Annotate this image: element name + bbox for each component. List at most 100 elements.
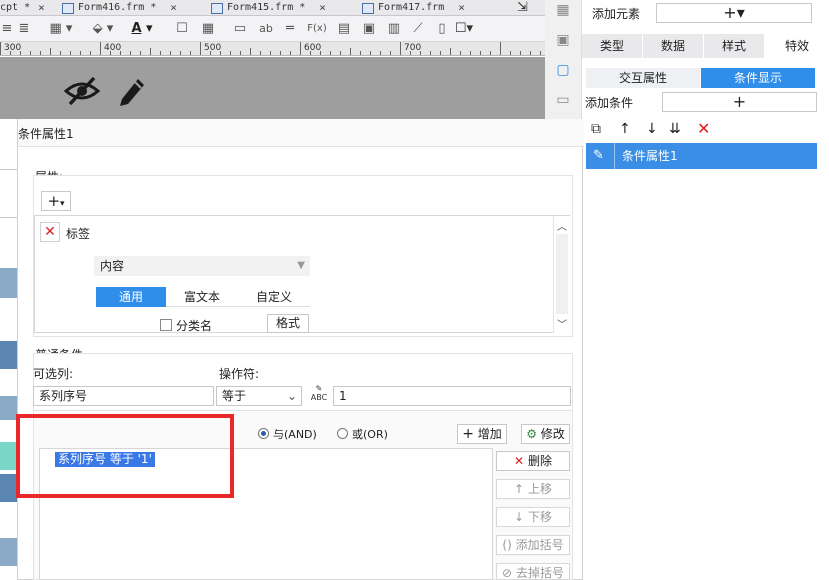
add-button-label: 增加 [477,427,502,441]
classify-checkbox[interactable] [160,319,172,331]
list-widget-icon[interactable]: ▥ [386,20,402,38]
close-icon[interactable]: × [319,2,326,14]
or-radio-label: 或(OR) [352,428,388,441]
divider-widget-icon[interactable]: ═ [282,20,298,38]
move-bottom-icon[interactable]: ⇊ [669,121,681,137]
subtab-condition-display[interactable]: 条件显示 [701,68,815,88]
ruler-tick [130,51,131,55]
side-icon-bar: ▦ ▣ ▢ ▭ [545,0,582,120]
formula-icon[interactable]: F(x) [306,20,328,38]
close-icon[interactable]: × [38,2,45,14]
attribute-scrollbar[interactable]: ︿ ﹀ [553,216,570,333]
line-widget-icon[interactable]: ⟋ [410,20,426,38]
ruler-label: 400 [104,43,122,53]
tab-overflow-icon[interactable]: ⇲ [517,0,528,16]
copy-icon[interactable]: ⧉ [591,121,601,137]
arrow-up-icon: ↑ [514,482,525,496]
chart-widget-icon[interactable]: ▤ [336,20,352,38]
move-down-icon[interactable]: ↓ [646,121,658,137]
fill-color-icon[interactable]: ⬙ ▾ [88,20,118,38]
widget-icon[interactable]: ▣ [554,32,572,48]
and-radio[interactable]: 与(AND) [258,426,317,442]
ruler-tick [360,51,361,55]
ruler-tick [490,51,491,55]
and-radio-dot [258,428,269,439]
delete-condition-button[interactable]: ✕ 删除 [496,451,570,471]
font-color-button[interactable]: A ▾ [126,20,158,38]
content-select[interactable]: 内容 ▼ [94,256,310,276]
add-bracket-button[interactable]: () 添加括号 [496,535,570,555]
hidden-eye-icon[interactable] [64,75,100,107]
ruler-tick [310,51,311,55]
grid-icon[interactable]: ▦ [554,2,572,18]
move-down-condition-button[interactable]: ↓ 下移 [496,507,570,527]
ruler-tick [340,51,341,55]
add-condition-button[interactable]: + [662,92,817,112]
editor-tab[interactable]: cpt * × [0,0,45,16]
remove-bracket-icon: ⊘ [502,566,513,580]
button-widget-icon[interactable]: ▭ [232,20,248,38]
ruler-tick [260,51,261,55]
ruler-tick [70,51,71,55]
subtab-interaction[interactable]: 交互属性 [586,68,700,88]
tab-custom[interactable]: 自定义 [238,287,310,307]
align-center-icon[interactable]: ≡ [0,20,14,38]
image-widget-icon[interactable]: ▣ [360,20,378,38]
form-file-icon [62,2,74,14]
add-bracket-label: 添加括号 [515,538,564,552]
ruler-tick [380,51,381,55]
close-icon[interactable]: × [458,2,465,14]
tab-type[interactable]: 类型 [582,34,642,58]
align-right-icon[interactable]: ≣ [16,20,32,38]
design-canvas[interactable] [0,57,545,119]
scroll-up-icon[interactable]: ︿ [557,218,567,233]
add-attribute-button[interactable]: +▾ [41,191,71,211]
border-icon[interactable]: ▦ ▾ [46,20,76,38]
scroll-down-icon[interactable]: ﹀ [557,316,567,331]
textarea-widget-icon[interactable]: ▯ [434,20,450,38]
remove-bracket-button[interactable]: ⊘ 去掉括号 [496,563,570,580]
value-input[interactable]: 1 [333,386,571,406]
pencil-icon[interactable] [116,73,148,107]
ruler-tick [520,51,521,55]
table-widget-icon[interactable]: ▦ [200,20,216,38]
move-up-condition-button[interactable]: ↑ 上移 [496,479,570,499]
form-icon[interactable]: ▭ [554,92,572,108]
ruler-tick [280,51,281,55]
remove-attribute-icon[interactable]: ✕ [40,222,60,242]
value-type-icon[interactable]: ✎ ABC [308,384,330,406]
editor-tab[interactable]: Form417.frm × [362,0,465,16]
column-select[interactable]: 系列序号 [33,386,214,406]
ruler-tick [270,51,271,55]
tab-style[interactable]: 样式 [704,34,764,58]
ruler-tick [90,51,91,55]
ruler-tick [480,51,481,55]
format-button[interactable]: 格式 [267,314,309,333]
condition-list-item[interactable]: ✎ 条件属性1 [586,143,817,169]
ruler-tick [350,48,351,55]
tab-data[interactable]: 数据 [643,34,703,58]
checkbox-widget-icon[interactable]: ☐ [174,20,190,38]
ruler-tick [330,51,331,55]
add-condition-entry-button[interactable]: + 增加 [457,424,507,444]
ruler-tick [80,51,81,55]
tab-rich-text[interactable]: 富文本 [166,287,238,307]
or-radio[interactable]: 或(OR) [337,426,388,442]
ruler-tick [450,48,451,55]
tab-general[interactable]: 通用 [96,287,166,307]
editor-tab[interactable]: Form416.frm * × [62,0,177,16]
tab-effects[interactable]: 特效 [765,34,829,58]
condition-item-label: 条件属性1 [622,149,678,163]
close-icon[interactable]: × [170,2,177,14]
move-up-icon[interactable]: ↑ [619,121,631,137]
operator-select[interactable]: 等于 ⌄ [216,386,302,406]
cell-attribute-icon[interactable]: ▢ [554,62,572,78]
shape-widget-icon[interactable]: ☐▾ [452,20,476,38]
modify-condition-button[interactable]: ⚙ 修改 [521,424,570,444]
editor-tab-bar: cpt * × Form416.frm * × Form415.frm * × … [0,0,545,16]
add-element-button[interactable]: +▾ [656,3,812,23]
editor-tab[interactable]: Form415.frm * × [211,0,326,16]
text-widget-icon[interactable]: ab [256,20,276,38]
add-element-label: 添加元素 [592,7,641,21]
delete-icon[interactable]: ✕ [697,119,710,138]
